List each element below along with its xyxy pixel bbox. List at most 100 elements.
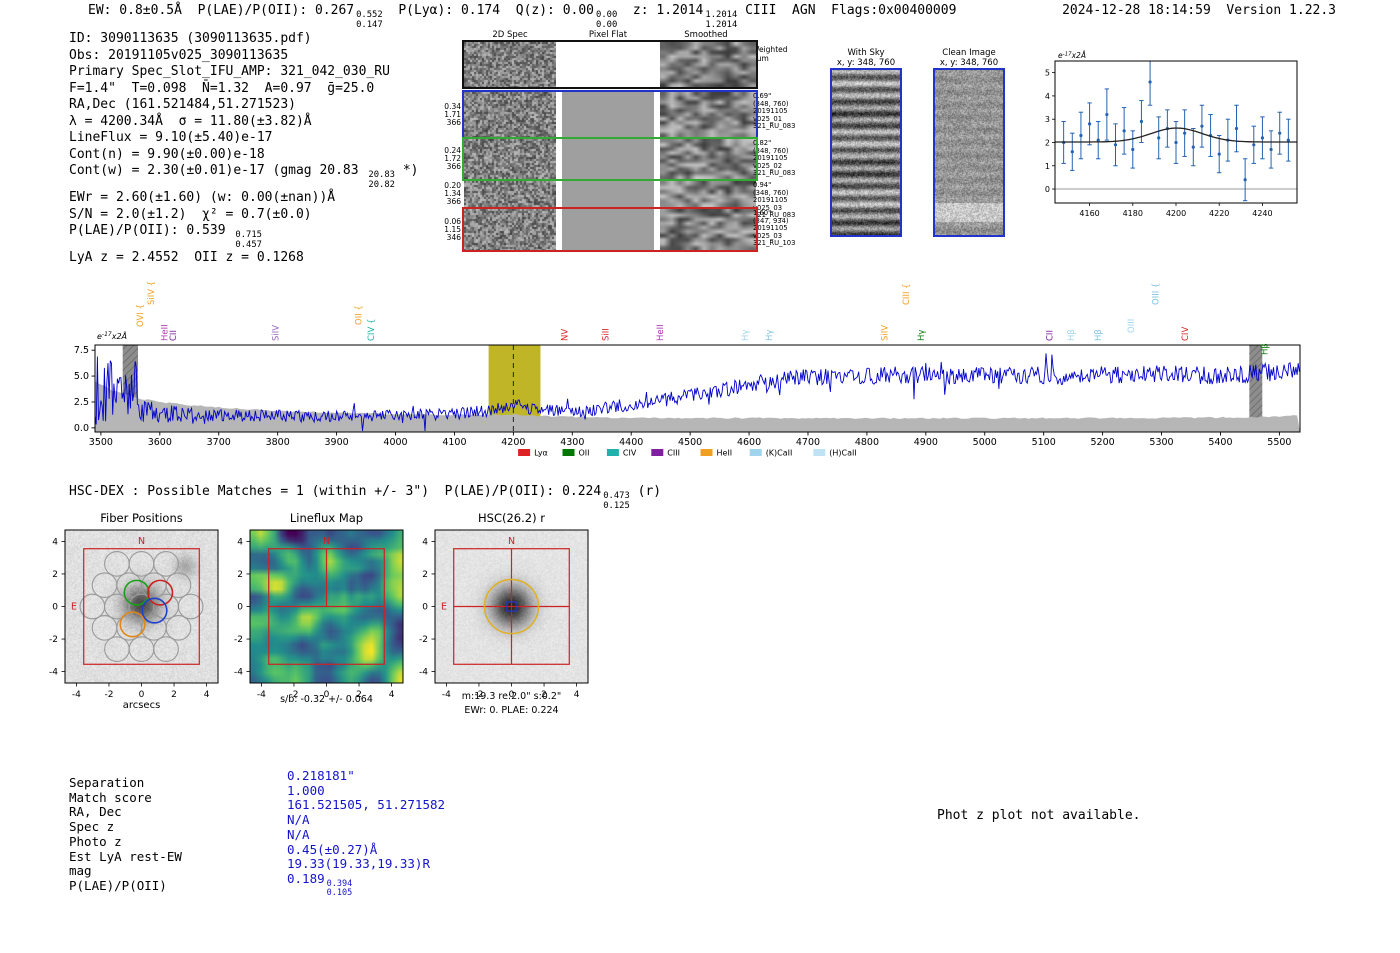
lineflux-axes-svg: -4 -4 -2 -2 0 0 2 2 4 4 N [212, 516, 422, 720]
spec2d-row [464, 181, 756, 207]
info-line: Obs: 20191105v025_3090113635 [69, 48, 418, 65]
svg-text:5.0: 5.0 [74, 371, 89, 382]
spec2d-row-annotation: 0.82" (348, 760) 20191105 v025_02 321_RU_083 [753, 139, 796, 177]
text-segment: N/A [287, 826, 310, 842]
svg-text:3600: 3600 [148, 437, 172, 448]
svg-text:-4: -4 [419, 668, 428, 678]
full-spectrum-plot: 3500 3600 3700 3800 3900 4000 4100 4200 4300 4400… [55, 268, 1335, 472]
clean-canvas [935, 70, 1003, 235]
text-segment: EW: 0.8±0.5Å P(LAE)/P(OII): 0.267 [88, 3, 355, 18]
text-segment: λ = 4200.34Å σ = 11.80(±3.82)Å [69, 113, 312, 129]
svg-text:0: 0 [422, 603, 428, 613]
spec2d-row-annotation: 1.60" (347, 934) 20191105 v025_03 321_RU_103 [753, 209, 796, 247]
spec2d-image-canvas [464, 181, 556, 207]
svg-text:2: 2 [1045, 138, 1050, 147]
svg-text:4400: 4400 [619, 437, 643, 448]
svg-text:Hβ: Hβ [1067, 329, 1077, 341]
svg-text:4100: 4100 [442, 437, 466, 448]
svg-text:4160: 4160 [1079, 209, 1099, 218]
svg-text:5300: 5300 [1149, 437, 1173, 448]
text-segment: EWr = 2.60(±1.60) (w: 0.00(±nan))Å [69, 190, 336, 206]
svg-text:arcsecs: arcsecs [123, 700, 161, 711]
svg-text:0: 0 [237, 603, 243, 613]
stacked-uncertainty: 0.00 0.00 [596, 10, 618, 30]
svg-text:3: 3 [1045, 115, 1050, 124]
spec2d-row-annotation: 0.69" (348, 760) 20191105 v025_01 321_RU_083 [753, 92, 796, 130]
svg-text:4600: 4600 [737, 437, 761, 448]
fiber-axes-svg: -4 -4 -2 -2 0 0 2 2 4 4 N Earcsecs [27, 516, 237, 720]
withsky-image [830, 68, 902, 237]
match-row-value: 19.33(19.33,19.33)R [287, 856, 430, 871]
info-line: RA,Dec (161.521484,51.271523) [69, 97, 418, 114]
lineflux-caption: s/b: -0.32 +/- 0.064 [280, 694, 373, 705]
svg-text:5500: 5500 [1267, 437, 1291, 448]
svg-text:OVI {: OVI { [136, 304, 146, 327]
spec2d-image-canvas [464, 139, 556, 179]
pixel-flat-cell [562, 42, 654, 87]
stacked-uncertainty: 0.394 0.105 [326, 878, 353, 899]
clean-coords: x, y: 348, 760 [939, 58, 999, 68]
svg-text:3800: 3800 [266, 437, 290, 448]
svg-text:5100: 5100 [1032, 437, 1056, 448]
svg-text:4900: 4900 [914, 437, 938, 448]
match-row-label: Spec z [69, 819, 115, 835]
spec2d-row [462, 40, 758, 89]
svg-text:Lyα: Lyα [534, 449, 548, 458]
svg-text:4: 4 [422, 537, 428, 547]
smoothed-image-canvas [660, 42, 756, 87]
summary-header: EW: 0.8±0.5Å P(LAE)/P(OII): 0.267 0.552 0.… [88, 3, 956, 30]
svg-text:-4: -4 [234, 668, 243, 678]
svg-text:4200: 4200 [501, 437, 525, 448]
svg-text:SiIV: SiIV [271, 325, 281, 341]
zoom-svg: 4160 4180 4200 4220 4240 0 1 2 3 4 5 e-17x2Å [1025, 45, 1315, 239]
text-segment: S/N = 2.0(±1.2) χ² = 0.7(±0.0) [69, 206, 312, 222]
svg-text:-2: -2 [49, 635, 58, 645]
text-segment: ID: 3090113635 (3090113635.pdf) [69, 31, 312, 46]
text-segment: HSC-DEX : Possible Matches = 1 (within +… [69, 484, 602, 499]
svg-text:Hγ: Hγ [741, 330, 751, 341]
spec2d-image-canvas [464, 42, 556, 87]
svg-text:4240: 4240 [1252, 209, 1272, 218]
svg-text:4200: 4200 [1166, 209, 1186, 218]
svg-text:3900: 3900 [324, 437, 348, 448]
svg-text:4800: 4800 [855, 437, 879, 448]
svg-text:4: 4 [237, 537, 243, 547]
spec2d-row-weights: 0.24 1.72 366 [444, 146, 461, 171]
text-segment: 161.521505, 51.271582 [287, 797, 446, 813]
svg-text:5000: 5000 [973, 437, 997, 448]
match-row-label: mag [69, 863, 92, 879]
text-segment: LineFlux = 9.10(±5.40)e-17 [69, 130, 273, 145]
stacked-uncertainty: 1.2014 1.2014 [705, 10, 738, 30]
svg-text:OII: OII [579, 449, 590, 458]
svg-text:0: 0 [1045, 185, 1050, 194]
text-segment: *) [395, 163, 419, 178]
svg-text:Hβ: Hβ [1261, 343, 1271, 355]
clean-image [933, 68, 1005, 237]
svg-text:2: 2 [237, 570, 243, 580]
clean-title: Clean Image [942, 48, 996, 58]
text-segment: 0.218181" [287, 768, 355, 783]
match-row-label: Photo z [69, 833, 122, 849]
info-line: Cont(n) = 9.90(±0.00)e-18 [69, 147, 418, 164]
text-segment: P(Lyα): 0.174 Q(z): 0.00 [382, 3, 595, 18]
svg-text:2: 2 [422, 570, 428, 580]
svg-text:SiIV {: SiIV { [147, 281, 157, 305]
svg-text:OIII {: OIII { [1152, 283, 1162, 305]
hsc-caption-1: m:19.3 re:2.0" s:0.2" [461, 691, 562, 702]
svg-text:E: E [71, 602, 77, 613]
text-segment: F=1.4" T=0.098 N̄=1.32 A=0.97 ḡ=25.0 [69, 80, 375, 96]
svg-text:CII: CII [169, 330, 179, 341]
text-segment: z: 1.2014 [617, 3, 704, 18]
stacked-uncertainty: 20.83 20.82 [368, 170, 395, 190]
withsky-title: With Sky [847, 48, 885, 58]
text-segment: 19.33(19.33,19.33)R [287, 856, 430, 872]
match-row-value: 0.218181" [287, 768, 355, 783]
svg-text:CIII: CIII [667, 449, 680, 458]
match-row-value: 0.45(±0.27)Å [287, 842, 377, 857]
info-line: EWr = 2.60(±1.60) (w: 0.00(±nan))Å [69, 190, 418, 207]
svg-text:-4: -4 [49, 668, 58, 678]
svg-text:5: 5 [1045, 69, 1050, 78]
text-segment: LyA z = 2.4552 OII z = 0.1268 [69, 250, 304, 266]
pixel-flat-cell [562, 92, 654, 137]
hsc-match-line: HSC-DEX : Possible Matches = 1 (within +… [69, 484, 661, 511]
